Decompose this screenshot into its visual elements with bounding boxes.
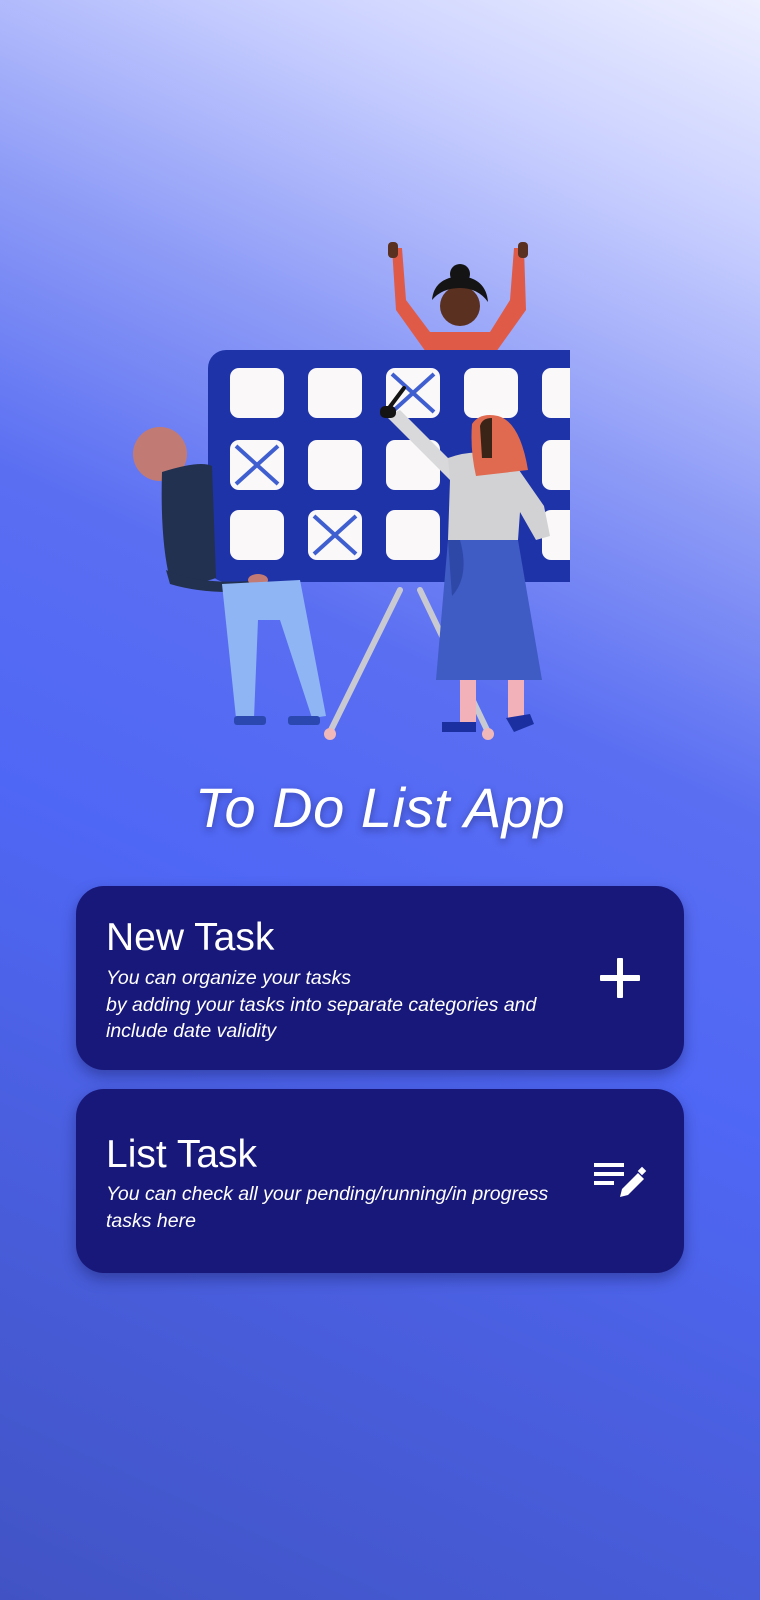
plus-icon[interactable] bbox=[592, 950, 648, 1006]
home-screen: To Do List App New Task You can organize… bbox=[0, 0, 760, 1600]
list-task-card[interactable]: List Task You can check all your pending… bbox=[76, 1089, 684, 1273]
new-task-description: You can organize your tasks by adding yo… bbox=[106, 967, 537, 1042]
new-task-title: New Task bbox=[106, 916, 275, 959]
list-task-title: List Task bbox=[106, 1133, 258, 1176]
people-with-task-board-illustration bbox=[133, 242, 570, 740]
app-title: To Do List App bbox=[194, 776, 566, 839]
person-cheering-icon bbox=[388, 242, 528, 352]
list-edit-icon[interactable] bbox=[592, 1153, 648, 1209]
new-task-card[interactable]: New Task You can organize your tasks by … bbox=[76, 886, 684, 1070]
list-task-description: You can check all your pending/running/i… bbox=[106, 1183, 549, 1232]
